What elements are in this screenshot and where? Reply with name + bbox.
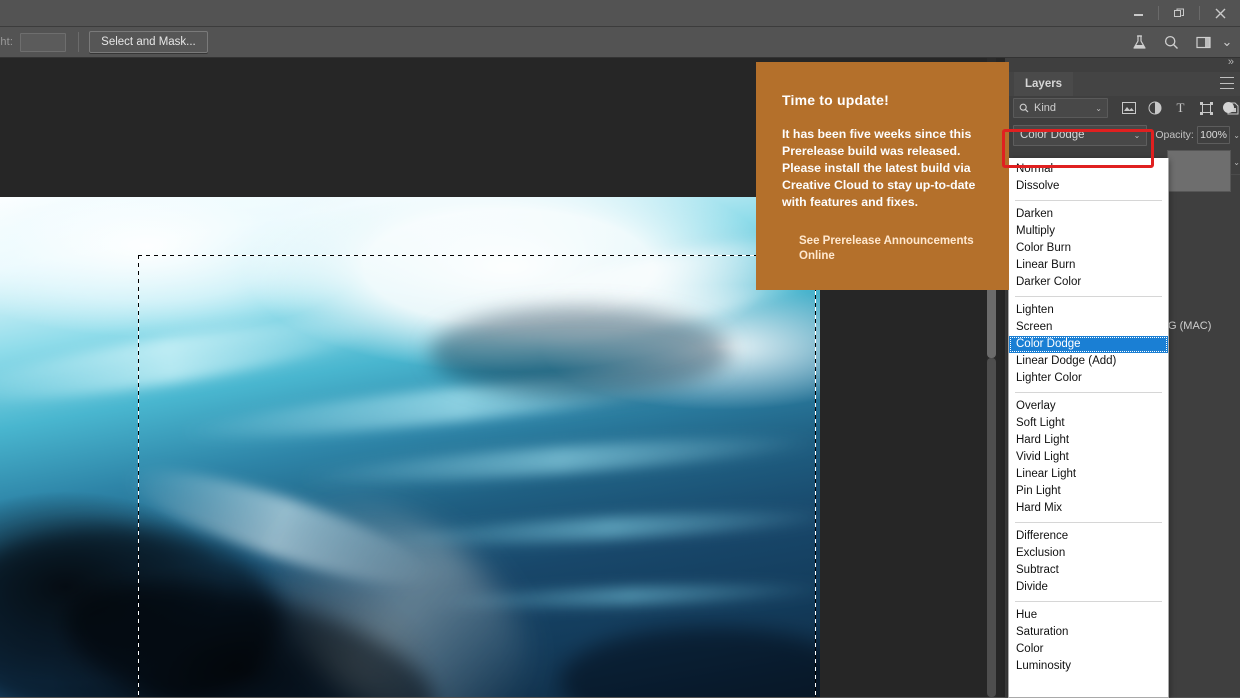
- blend-mode-option[interactable]: Hard Light: [1009, 432, 1168, 449]
- blend-mode-option[interactable]: Exclusion: [1009, 545, 1168, 562]
- panel-menu-icon[interactable]: [1220, 77, 1234, 89]
- pixel-layer-filter-icon[interactable]: [1121, 101, 1136, 116]
- divider: [78, 32, 80, 52]
- divider: [1015, 522, 1162, 523]
- chevron-down-icon[interactable]: ⌄: [1220, 29, 1234, 55]
- divider: [1015, 392, 1162, 393]
- scrollbar-track[interactable]: [987, 358, 996, 697]
- height-input[interactable]: [20, 32, 67, 52]
- minimize-button[interactable]: [1118, 0, 1158, 26]
- restore-button[interactable]: [1159, 0, 1199, 26]
- height-label: ght:: [0, 36, 14, 48]
- layer-thumbnail[interactable]: [1167, 150, 1231, 192]
- options-bar: ght: Select and Mask...: [0, 27, 1240, 58]
- blend-mode-option[interactable]: Vivid Light: [1009, 449, 1168, 466]
- blend-mode-option[interactable]: Luminosity: [1009, 658, 1168, 675]
- opacity-label: Opacity:: [1155, 129, 1194, 141]
- collapse-panels-icon[interactable]: »: [1228, 56, 1234, 68]
- search-icon[interactable]: [1156, 29, 1186, 55]
- divider: [1015, 200, 1162, 201]
- blend-mode-dropdown-list[interactable]: Normal Dissolve Darken Multiply Color Burn Li…: [1008, 158, 1169, 698]
- close-button[interactable]: [1200, 0, 1240, 26]
- tab-layers[interactable]: Layers: [1014, 72, 1074, 96]
- artwork-image: [0, 197, 860, 697]
- chevron-down-icon: ⌄: [1133, 130, 1141, 140]
- blend-mode-option[interactable]: Normal: [1009, 161, 1168, 178]
- blend-mode-option[interactable]: Pin Light: [1009, 483, 1168, 500]
- layer-filter-kind-select[interactable]: Kind ⌄: [1013, 98, 1108, 118]
- workspace-icon[interactable]: [1188, 29, 1218, 55]
- blend-mode-option[interactable]: Divide: [1009, 579, 1168, 596]
- window-controls: [1118, 0, 1240, 26]
- opacity-input[interactable]: 100%: [1196, 126, 1231, 144]
- filter-toggle-switch[interactable]: [1223, 102, 1234, 113]
- search-icon: [1019, 103, 1029, 113]
- blend-mode-option[interactable]: Hard Mix: [1009, 500, 1168, 517]
- blend-mode-option[interactable]: Dissolve: [1009, 178, 1168, 195]
- panel-tab-bar: Layers: [1005, 72, 1240, 97]
- blend-mode-value: Color Dodge: [1020, 129, 1085, 141]
- divider: [1015, 296, 1162, 297]
- experimental-flask-icon[interactable]: [1124, 29, 1154, 55]
- divider: [1015, 601, 1162, 602]
- blend-mode-option[interactable]: Darker Color: [1009, 274, 1168, 291]
- blend-mode-option[interactable]: Screen: [1009, 319, 1168, 336]
- blend-mode-group: Darken Multiply Color Burn Linear Burn Darke…: [1009, 203, 1168, 294]
- layer-filter-kind-label: Kind: [1034, 102, 1057, 114]
- blend-mode-option[interactable]: Subtract: [1009, 562, 1168, 579]
- update-popup-body: It has been five weeks since this Prerel…: [782, 127, 976, 209]
- blend-mode-group: Difference Exclusion Subtract Divide: [1009, 525, 1168, 599]
- blend-mode-row: Color Dodge ⌄ Opacity: 100% ⌄: [1005, 122, 1240, 148]
- blend-mode-option[interactable]: Color Burn: [1009, 240, 1168, 257]
- type-layer-filter-icon[interactable]: T: [1173, 100, 1188, 116]
- select-and-mask-button[interactable]: Select and Mask...: [89, 31, 208, 53]
- chevron-down-icon: ⌄: [1095, 103, 1102, 113]
- opacity-chevron-down-icon[interactable]: ⌄: [1233, 131, 1240, 140]
- blend-mode-option[interactable]: Saturation: [1009, 624, 1168, 641]
- blend-mode-group: Hue Saturation Color Luminosity: [1009, 604, 1168, 678]
- blend-mode-option[interactable]: Soft Light: [1009, 415, 1168, 432]
- blend-mode-option[interactable]: Linear Burn: [1009, 257, 1168, 274]
- blend-mode-option[interactable]: Linear Light: [1009, 466, 1168, 483]
- blend-mode-option[interactable]: Color: [1009, 641, 1168, 658]
- blend-mode-option[interactable]: Multiply: [1009, 223, 1168, 240]
- title-bar: [0, 0, 1240, 27]
- fill-chevron-down-icon[interactable]: ⌄: [1233, 158, 1240, 167]
- update-notification-popup: Time to update! It has been five weeks s…: [756, 62, 1009, 290]
- blend-mode-option[interactable]: Lighter Color: [1009, 370, 1168, 387]
- blend-mode-group: Overlay Soft Light Hard Light Vivid Light Li…: [1009, 395, 1168, 520]
- photoshop-window: ght: Select and Mask...: [0, 0, 1240, 698]
- blend-mode-select[interactable]: Color Dodge ⌄: [1013, 124, 1148, 146]
- blend-mode-option[interactable]: Color Dodge: [1009, 336, 1168, 353]
- blend-mode-group: Normal Dissolve: [1009, 158, 1168, 198]
- blend-mode-option[interactable]: Overlay: [1009, 398, 1168, 415]
- blend-mode-option[interactable]: Lighten: [1009, 302, 1168, 319]
- blend-mode-option[interactable]: Darken: [1009, 206, 1168, 223]
- blend-mode-option[interactable]: Difference: [1009, 528, 1168, 545]
- adjustment-layer-filter-icon[interactable]: [1147, 101, 1162, 116]
- layer-filter-row: Kind ⌄ T: [1005, 96, 1240, 120]
- blend-mode-option[interactable]: Hue: [1009, 607, 1168, 624]
- update-popup-title: Time to update!: [782, 92, 889, 108]
- options-bar-right: ⌄: [1124, 29, 1240, 55]
- blend-mode-group: Lighten Screen Color Dodge Linear Dodge (Ad…: [1009, 299, 1168, 390]
- shape-layer-filter-icon[interactable]: [1199, 101, 1214, 116]
- update-popup-link[interactable]: See Prerelease Announcements Online: [799, 234, 984, 264]
- layer-name-label: G (MAC): [1168, 320, 1212, 332]
- blend-mode-option[interactable]: Linear Dodge (Add): [1009, 353, 1168, 370]
